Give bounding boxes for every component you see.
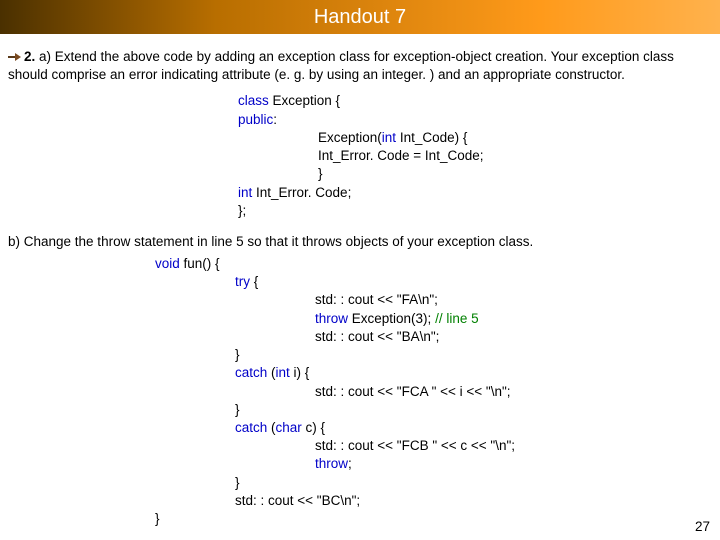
code-text: Exception(3); <box>348 311 435 326</box>
kw-catch: catch <box>235 365 267 380</box>
code-text: Int_Error. Code; <box>252 185 351 200</box>
part-a-section: 2. a) Extend the above code by adding an… <box>0 34 720 220</box>
code-line: } <box>238 165 712 183</box>
kw-public: public <box>238 112 273 127</box>
code-line: std: : cout << "FCA " << i << "\n"; <box>155 383 720 401</box>
code-block-b: void fun() { try { std: : cout << "FA\n"… <box>155 255 720 528</box>
code-line: Int_Error. Code = Int_Code; <box>238 147 712 165</box>
code-line: catch (int i) { <box>155 364 720 382</box>
code-line: }; <box>238 202 712 220</box>
code-line: std: : cout << "FCB " << c << "\n"; <box>155 437 720 455</box>
code-text: ; <box>348 456 352 471</box>
code-line: std: : cout << "BC\n"; <box>155 492 720 510</box>
code-line: Exception(int Int_Code) { <box>238 129 712 147</box>
arrow-bullet-icon <box>8 51 22 63</box>
code-text: Exception( <box>318 130 382 145</box>
kw-int: int <box>276 365 290 380</box>
code-line: throw Exception(3); // line 5 <box>155 310 720 328</box>
code-block-a: class Exception { public: Exception(int … <box>238 92 712 220</box>
code-line: throw; <box>155 455 720 473</box>
code-text: Int_Code) { <box>396 130 467 145</box>
bullet-number: 2. <box>24 49 35 64</box>
part-a-text: a) Extend the above code by adding an ex… <box>8 49 674 82</box>
code-line: std: : cout << "FA\n"; <box>155 291 720 309</box>
kw-catch: catch <box>235 420 267 435</box>
kw-throw: throw <box>315 456 348 471</box>
code-text: { <box>250 274 258 289</box>
code-text: i) { <box>290 365 310 380</box>
kw-int: int <box>238 185 252 200</box>
code-text: Exception { <box>269 93 340 108</box>
comment: // line 5 <box>435 311 479 326</box>
kw-char: char <box>276 420 302 435</box>
code-text: ( <box>267 365 275 380</box>
code-line: std: : cout << "BA\n"; <box>155 328 720 346</box>
page-title: Handout 7 <box>0 0 720 34</box>
code-text: fun() { <box>180 256 220 271</box>
kw-int: int <box>382 130 396 145</box>
code-line: } <box>155 474 720 492</box>
code-line: catch (char c) { <box>155 419 720 437</box>
code-text: c) { <box>302 420 325 435</box>
code-line: } <box>155 346 720 364</box>
kw-class: class <box>238 93 269 108</box>
code-text: ( <box>267 420 275 435</box>
kw-throw: throw <box>315 311 348 326</box>
kw-try: try <box>235 274 250 289</box>
code-text: : <box>273 112 277 127</box>
page-number: 27 <box>695 519 710 534</box>
part-b-text: b) Change the throw statement in line 5 … <box>0 230 720 249</box>
kw-void: void <box>155 256 180 271</box>
part-a-paragraph: 2. a) Extend the above code by adding an… <box>8 48 712 84</box>
code-line: } <box>155 510 720 528</box>
code-line: try { <box>155 273 720 291</box>
code-line: } <box>155 401 720 419</box>
